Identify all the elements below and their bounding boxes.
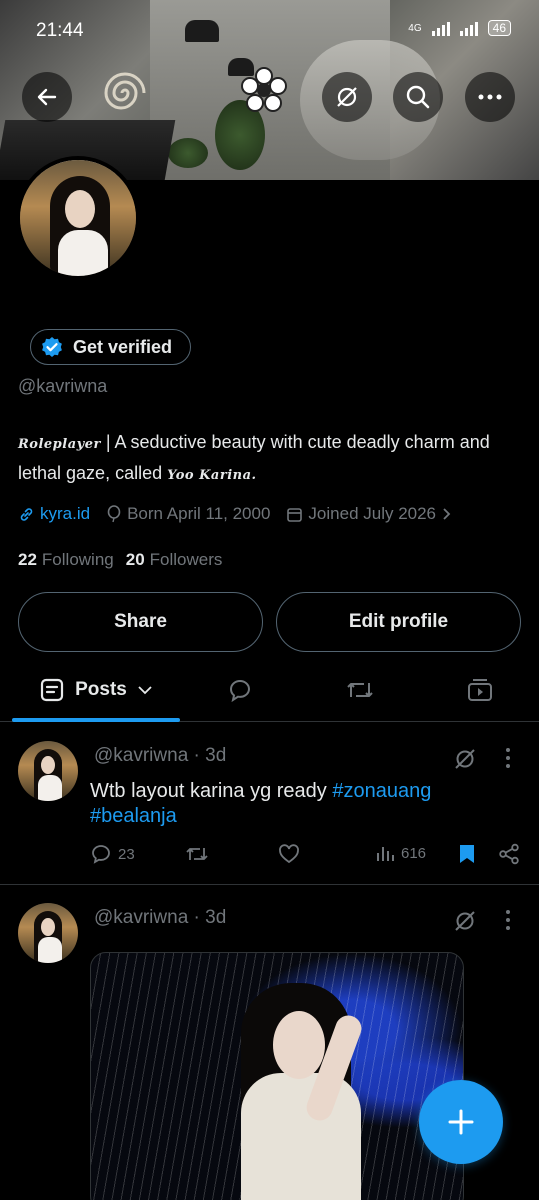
post-more-icon[interactable] [505,747,511,769]
profile-meta: kyra.id Born April 11, 2000 Joined July … [18,504,451,524]
post-avatar[interactable] [18,903,78,963]
grok-icon[interactable] [453,747,477,771]
bookmark-icon [460,845,474,863]
profile-tabs: Posts [0,660,539,722]
post-more-icon[interactable] [505,909,511,931]
dancer-body [241,1073,361,1200]
avatar-face [65,190,95,228]
post-handle-time: @kavriwna · 3d [94,907,227,928]
joined-date[interactable]: Joined July 2026 [286,504,451,524]
profile-avatar[interactable] [16,156,140,280]
reply-icon [92,845,110,864]
compose-button[interactable] [419,1080,503,1164]
avatar-dress [38,775,62,801]
battery-icon: 46 [487,20,511,36]
follow-stats: 22 Following 20 Followers [18,550,222,570]
view-count: 616 [401,844,427,862]
status-bar: 21:44 4G 46 [0,18,539,46]
post-body: Wtb layout karina yg ready [90,780,333,802]
active-tab-indicator [12,718,180,722]
tab-posts-label: Posts [75,679,127,700]
get-verified-label: Get verified [73,336,173,357]
post-avatar[interactable] [18,741,78,801]
like-button[interactable] [278,843,300,865]
clock: 21:44 [36,20,84,41]
media-icon [468,679,492,701]
reply-button[interactable]: 23 [90,843,135,865]
tab-replies[interactable] [200,660,280,720]
repost-icon [347,683,373,697]
following-label: Following [41,550,114,569]
more-button[interactable] [465,72,515,122]
get-verified-button[interactable]: Get verified [30,329,192,365]
tab-reposts[interactable] [320,660,400,720]
reply-icon [230,680,251,703]
profile-handle: @kavriwna [18,376,108,396]
banner-plant [168,138,208,168]
avatar-face [41,756,55,774]
tab-media[interactable] [440,660,520,720]
avatar-face [41,918,55,936]
more-icon [478,94,502,100]
chevron-right-icon [443,508,451,520]
hashtag-link[interactable]: #zonauang [332,780,431,802]
profile-bio: Roleplayer | A seductive beauty with cut… [18,428,518,490]
following-count: 22 [18,550,37,569]
bar-chart-icon [377,847,394,861]
verified-badge-icon [42,337,62,357]
avatar-dress [38,937,62,963]
repost-button[interactable] [185,843,209,865]
followers-count: 20 [125,550,145,569]
back-arrow-icon [37,88,57,106]
search-icon [406,85,430,109]
share-icon [499,843,519,865]
followers-label: Followers [149,550,223,569]
hashtag-link[interactable]: #bealanja [90,805,177,827]
dancer-face [273,1011,325,1079]
flower-sticker-icon [241,67,287,112]
avatar-dress [58,230,108,276]
spiral-sticker-icon [104,72,146,110]
joined-text: Joined July 2026 [308,504,437,523]
share-post-button[interactable] [498,843,520,865]
post-media-image[interactable] [90,952,464,1200]
signal-icon [431,20,450,36]
search-button[interactable] [393,72,443,122]
signal-icon-2 [459,20,478,36]
views-button[interactable]: 616 [375,843,426,863]
share-button[interactable]: Share [18,592,263,652]
followers-stat[interactable]: 20 Followers [126,550,223,570]
post-handle-time: @kavriwna · 3d [94,745,227,766]
website-text: kyra.id [40,504,91,523]
bookmark-button[interactable] [458,843,476,865]
balloon-icon [107,505,121,523]
post-text: Wtb layout karina yg ready #zonauang #bea… [90,779,470,829]
reply-count: 23 [118,845,135,863]
heart-icon [279,844,299,864]
post-actions: 23 616 [90,843,530,873]
grok-icon[interactable] [453,909,477,933]
edit-profile-button[interactable]: Edit profile [276,592,521,652]
bio-prefix: Roleplayer [18,437,101,452]
tab-posts[interactable]: Posts [12,660,180,720]
born-text: Born April 11, 2000 [127,504,271,523]
network-type: 4G [408,22,422,34]
calendar-icon [287,507,303,522]
bio-suffix: Yoo Karina. [167,468,257,483]
grok-icon [337,87,357,107]
link-icon [20,507,33,521]
posts-icon [41,678,64,702]
back-button[interactable] [22,72,72,122]
following-stat[interactable]: 22 Following [18,550,114,570]
website-link[interactable]: kyra.id [18,504,90,524]
chevron-down-icon [138,686,152,695]
grok-button[interactable] [322,72,372,122]
post-item[interactable]: @kavriwna · 3d Wtb layout karina yg read… [0,723,539,883]
plus-icon [448,1109,474,1135]
birthday: Born April 11, 2000 [106,504,270,524]
repost-icon [186,848,208,860]
